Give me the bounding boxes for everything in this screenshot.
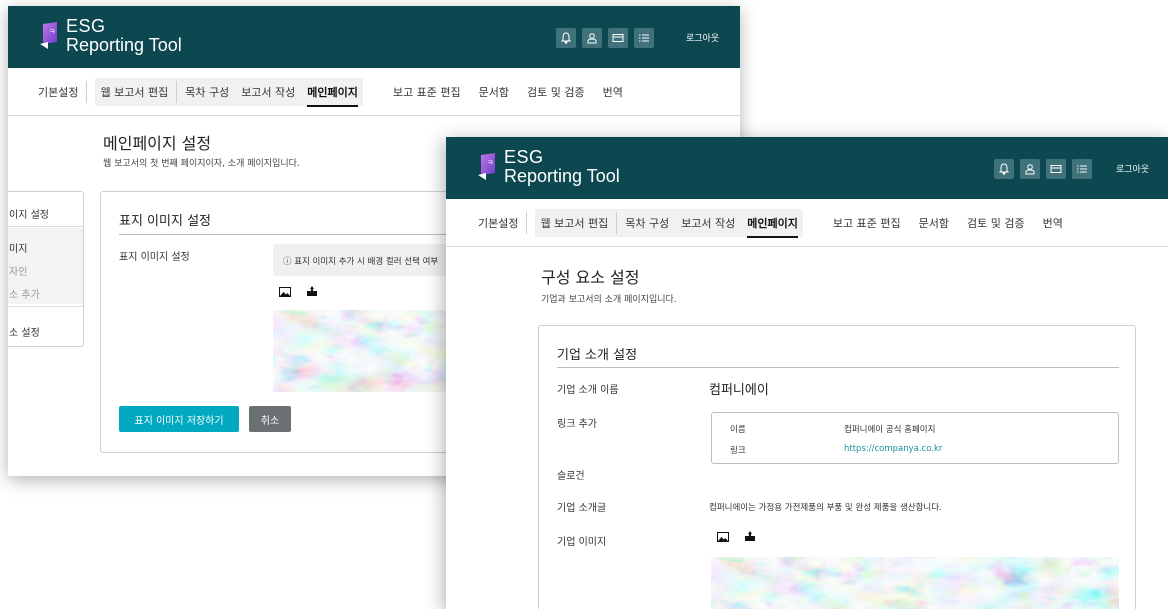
nav-review[interactable]: 검토 및 검증 (527, 84, 585, 100)
main-nav: 기본설정 웹 보고서 편집 목차 구성 보고서 작성 메인페이지 보고 표준 편… (8, 68, 740, 116)
link-url-key: 링크 (730, 446, 746, 456)
app-logo[interactable]: ㅋ ESG Reporting Tool (40, 16, 190, 58)
nav-web-edit[interactable]: 웹 보고서 편집 (540, 215, 608, 231)
upload-icon[interactable] (744, 531, 756, 541)
logo-text-reporting: Reporting Tool (504, 166, 620, 186)
nav-divider (86, 80, 88, 103)
sidebar-item-add-element[interactable]: 소 추가 (9, 286, 40, 301)
nav-write[interactable]: 보고서 작성 (241, 84, 295, 100)
nav-main-page[interactable]: 메인페이지 (747, 215, 798, 238)
logo-text-esg: ESG (504, 147, 544, 167)
panel-divider (119, 234, 499, 235)
logo-mark-icon: ㅋ (40, 22, 57, 49)
nav-divider (176, 80, 178, 103)
nav-translate[interactable]: 번역 (1043, 215, 1063, 231)
intro-value[interactable]: 컴퍼니에이는 가정용 가전제품의 부품 및 완성 제품을 생산합니다. (709, 501, 942, 513)
sidebar-divider (8, 306, 83, 307)
page-title: 구성 요소 설정 (541, 268, 640, 287)
company-intro-panel: 기업 소개 설정 기업 소개 이름 컴퍼니에이 링크 추가 이름 컴퍼니에이 공… (538, 325, 1136, 609)
list-icon[interactable] (634, 28, 654, 48)
header-tools (994, 159, 1092, 179)
logo-text-esg: ESG (66, 16, 106, 36)
header-bar: ㅋ ESG Reporting Tool 로그아웃 (8, 6, 740, 68)
nav-toc[interactable]: 목차 구성 (185, 84, 229, 100)
logout-link[interactable]: 로그아웃 (1116, 162, 1149, 175)
nav-write[interactable]: 보고서 작성 (681, 215, 735, 231)
upload-icon[interactable] (306, 286, 318, 296)
sidebar-divider (8, 226, 83, 227)
logout-link[interactable]: 로그아웃 (686, 31, 719, 44)
nav-translate[interactable]: 번역 (603, 84, 623, 100)
link-box: 이름 컴퍼니에이 공식 홈페이지 링크 https://companya.co.… (711, 412, 1119, 464)
nav-web-edit[interactable]: 웹 보고서 편집 (100, 84, 168, 100)
intro-label: 기업 소개글 (557, 503, 607, 514)
nav-docs[interactable]: 문서함 (479, 84, 509, 100)
image-icon[interactable] (717, 532, 729, 542)
nav-standard[interactable]: 보고 표준 편집 (393, 84, 461, 100)
nav-toc[interactable]: 목차 구성 (625, 215, 669, 231)
image-icon[interactable] (279, 287, 291, 297)
page-subtitle: 기업과 보고서의 소개 페이지입니다. (541, 295, 677, 305)
nav-standard[interactable]: 보고 표준 편집 (833, 215, 901, 231)
settings-sidebar: 이지 설정 미지 자인 소 추가 소 설정 (8, 191, 84, 347)
sidebar-item-element-settings[interactable]: 소 설정 (9, 324, 40, 339)
header-bar: ㅋ ESG Reporting Tool 로그아웃 (446, 137, 1168, 199)
bell-icon[interactable] (556, 28, 576, 48)
page-subtitle: 웹 보고서의 첫 번째 페이지이자, 소개 페이지입니다. (103, 159, 300, 169)
sidebar-item-design[interactable]: 자인 (9, 263, 27, 278)
logo-mark-icon: ㅋ (478, 153, 495, 180)
company-name-value[interactable]: 컴퍼니에이 (709, 379, 769, 398)
link-name-value[interactable]: 컴퍼니에이 공식 홈페이지 (844, 423, 935, 435)
cancel-button[interactable]: 취소 (249, 406, 291, 432)
user-icon[interactable] (582, 28, 602, 48)
header-tools (556, 28, 654, 48)
panel-divider (557, 367, 1119, 368)
notice-text: ⓘ 표지 이미지 추가 시 배경 컬러 선택 여부 (283, 257, 439, 267)
page-title: 메인페이지 설정 (103, 134, 212, 153)
nav-basic[interactable]: 기본설정 (478, 215, 518, 231)
web-edit-group: 웹 보고서 편집 목차 구성 보고서 작성 메인페이지 (95, 77, 363, 107)
link-name-key: 이름 (730, 425, 746, 435)
cover-image-panel: 표지 이미지 설정 표지 이미지 설정 ⓘ 표지 이미지 추가 시 배경 컬러 … (100, 191, 503, 453)
cover-image-label: 표지 이미지 설정 (119, 252, 190, 263)
card-icon[interactable] (1046, 159, 1066, 179)
nav-review[interactable]: 검토 및 검증 (967, 215, 1025, 231)
app-logo[interactable]: ㅋ ESG Reporting Tool (478, 147, 628, 189)
bell-icon[interactable] (994, 159, 1014, 179)
link-add-label: 링크 추가 (557, 419, 597, 430)
logo-text-reporting: Reporting Tool (66, 35, 182, 55)
sidebar-item-image[interactable]: 미지 (9, 240, 27, 255)
list-icon[interactable] (1072, 159, 1092, 179)
nav-basic[interactable]: 기본설정 (38, 84, 78, 100)
slogan-label: 슬로건 (557, 471, 585, 482)
company-name-label: 기업 소개 이름 (557, 385, 619, 396)
sidebar-item-cover[interactable]: 이지 설정 (9, 206, 49, 221)
nav-divider (616, 211, 618, 234)
component-settings-window: ㅋ ESG Reporting Tool 로그아웃 기본설정 웹 보고서 편집 … (446, 137, 1168, 609)
svg-text:ㅋ: ㅋ (487, 159, 493, 167)
nav-divider (526, 211, 528, 234)
company-image-label: 기업 이미지 (557, 537, 607, 548)
company-image-preview (711, 557, 1119, 609)
card-icon[interactable] (608, 28, 628, 48)
main-nav: 기본설정 웹 보고서 편집 목차 구성 보고서 작성 메인페이지 보고 표준 편… (446, 199, 1168, 247)
save-cover-image-button[interactable]: 표지 이미지 저장하기 (119, 406, 239, 432)
svg-text:ㅋ: ㅋ (49, 28, 55, 36)
nav-main-page[interactable]: 메인페이지 (307, 84, 358, 107)
web-edit-group: 웹 보고서 편집 목차 구성 보고서 작성 메인페이지 (535, 208, 803, 238)
nav-docs[interactable]: 문서함 (919, 215, 949, 231)
panel-title: 기업 소개 설정 (557, 348, 638, 363)
panel-title: 표지 이미지 설정 (119, 214, 211, 229)
user-icon[interactable] (1020, 159, 1040, 179)
link-url-value[interactable]: https://companya.co.kr (844, 444, 942, 454)
